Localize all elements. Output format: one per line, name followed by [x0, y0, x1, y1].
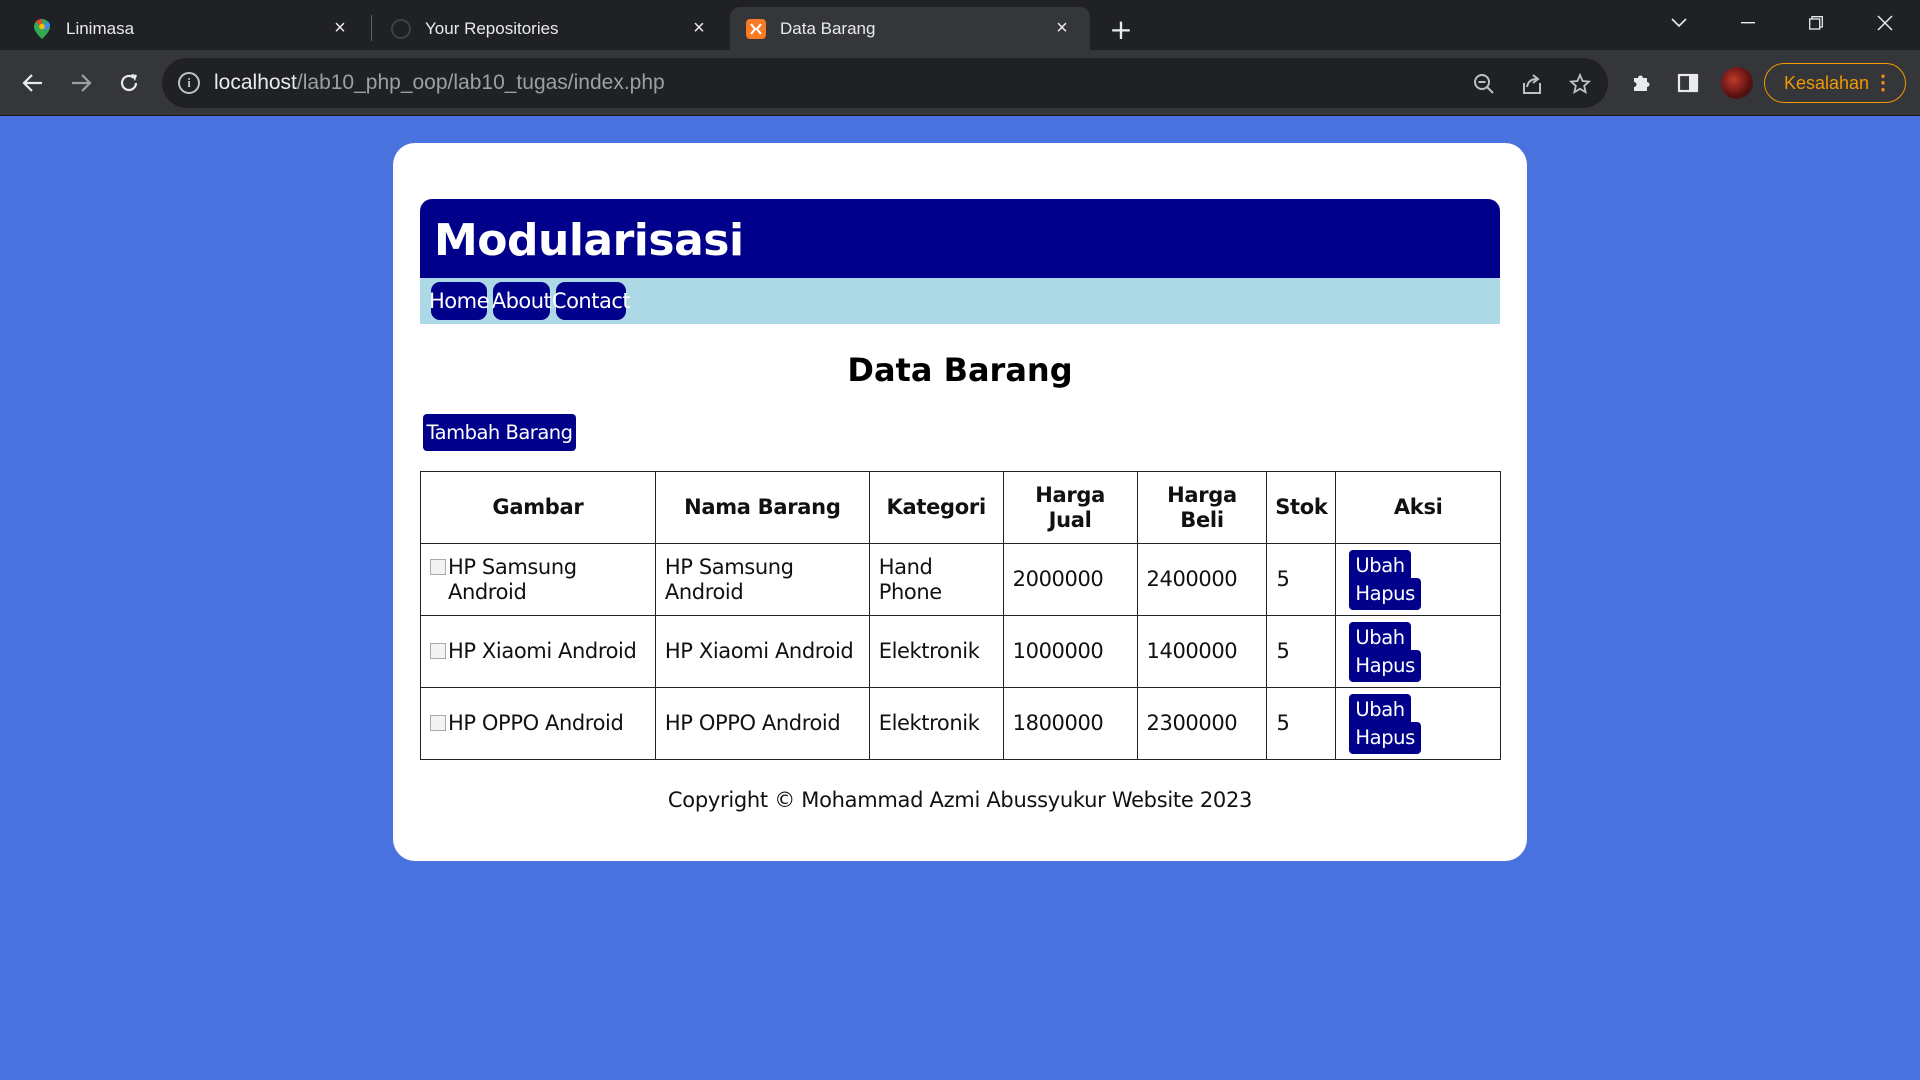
browser-toolbar: i localhost/lab10_php_oop/lab10_tugas/in…: [0, 50, 1920, 116]
buy-price-cell: 2300000: [1136, 687, 1268, 760]
image-alt-text: HP OPPO Android: [448, 711, 624, 735]
table-header-row: Gambar Nama Barang Kategori Harga Jual H…: [420, 471, 1501, 544]
tab-search-chevron-icon[interactable]: [1654, 6, 1704, 40]
close-tab-icon[interactable]: ×: [687, 17, 711, 41]
sell-price-cell: 1800000: [1002, 687, 1138, 760]
name-cell: HP OPPO Android: [654, 687, 870, 760]
tab-your-repositories[interactable]: Your Repositories ×: [375, 7, 727, 50]
image-alt-text: HP Xiaomi Android: [448, 639, 637, 663]
buy-price-cell: 2400000: [1136, 543, 1268, 616]
column-header: Kategori: [868, 471, 1004, 544]
broken-image-icon: [430, 715, 446, 731]
profile-avatar[interactable]: [1721, 67, 1753, 99]
nav-contact-link[interactable]: Contact: [552, 282, 631, 320]
sell-price-cell: 1000000: [1002, 615, 1138, 688]
category-cell: Elektronik: [868, 615, 1004, 688]
close-tab-icon[interactable]: ×: [328, 17, 352, 41]
error-status-label: Kesalahan: [1784, 72, 1870, 93]
forward-arrow-icon[interactable]: [62, 64, 100, 102]
back-arrow-icon[interactable]: [14, 64, 52, 102]
stock-cell: 5: [1266, 615, 1337, 688]
nav-home-link[interactable]: Home: [429, 282, 490, 320]
site-info-icon[interactable]: i: [178, 72, 200, 94]
image-cell: HP Samsung Android: [420, 543, 656, 616]
add-item-button[interactable]: Tambah Barang: [423, 414, 576, 451]
action-cell: Ubah Hapus: [1335, 543, 1501, 616]
edit-button[interactable]: Ubah: [1349, 621, 1411, 654]
name-cell: HP Samsung Android: [654, 543, 870, 616]
new-tab-button[interactable]: +: [1104, 12, 1138, 46]
tab-data-barang[interactable]: Data Barang ×: [730, 7, 1090, 50]
action-cell: Ubah Hapus: [1335, 615, 1501, 688]
google-maps-pin-icon: [32, 18, 52, 39]
category-cell: Elektronik: [868, 687, 1004, 760]
content-card: Modularisasi Home About Contact Data Bar…: [393, 143, 1527, 861]
column-header: Harga Beli: [1136, 471, 1268, 544]
column-header: Harga Jual: [1002, 471, 1138, 544]
minimize-window-icon[interactable]: [1723, 6, 1773, 40]
tab-title: Your Repositories: [425, 18, 559, 38]
close-window-icon[interactable]: [1860, 6, 1910, 40]
site-header: Modularisasi: [420, 199, 1500, 278]
broken-image-icon: [430, 558, 446, 575]
error-status-button[interactable]: Kesalahan ⋮: [1764, 63, 1906, 103]
tab-title: Linimasa: [66, 18, 135, 38]
column-header: Stok: [1266, 471, 1337, 544]
broken-image-icon: [430, 643, 446, 659]
site-nav: Home About Contact: [420, 278, 1500, 324]
stock-cell: 5: [1266, 543, 1337, 616]
page-title: Data Barang: [847, 351, 1073, 389]
sell-price-cell: 2000000: [1002, 543, 1138, 616]
nav-about-link[interactable]: About: [492, 282, 552, 320]
image-alt-text: HP Samsung Android: [448, 554, 577, 604]
column-header: Aksi: [1335, 471, 1501, 544]
category-cell: Hand Phone: [868, 543, 1004, 616]
action-cell: Ubah Hapus: [1335, 687, 1501, 760]
github-icon: [391, 18, 411, 39]
table-row: HP Xiaomi Android HP Xiaomi Android Elek…: [420, 615, 1501, 688]
image-cell: HP Xiaomi Android: [420, 615, 656, 688]
tab-strip: Linimasa × Your Repositories × Data Bara…: [0, 0, 1920, 50]
address-bar[interactable]: i localhost/lab10_php_oop/lab10_tugas/in…: [162, 58, 1608, 108]
delete-button[interactable]: Hapus: [1349, 577, 1421, 610]
tab-linimasa[interactable]: Linimasa ×: [16, 7, 368, 50]
tab-divider: [371, 15, 372, 41]
name-cell: HP Xiaomi Android: [654, 615, 870, 688]
column-header: Nama Barang: [654, 471, 870, 544]
side-panel-icon[interactable]: [1672, 67, 1704, 99]
tab-title: Data Barang: [780, 18, 876, 38]
url-text[interactable]: localhost/lab10_php_oop/lab10_tugas/inde…: [214, 71, 665, 95]
items-table: Gambar Nama Barang Kategori Harga Jual H…: [420, 471, 1501, 760]
xampp-icon: [746, 18, 766, 39]
share-icon[interactable]: [1518, 70, 1546, 98]
close-tab-icon[interactable]: ×: [1050, 17, 1074, 41]
edit-button[interactable]: Ubah: [1349, 693, 1411, 726]
extensions-puzzle-icon[interactable]: [1625, 67, 1657, 99]
table-row: HP OPPO Android HP OPPO Android Elektron…: [420, 687, 1501, 760]
stock-cell: 5: [1266, 687, 1337, 760]
column-header: Gambar: [420, 471, 656, 544]
zoom-out-icon[interactable]: [1470, 70, 1498, 98]
reload-icon[interactable]: [110, 64, 148, 102]
site-title: Modularisasi: [434, 215, 744, 266]
buy-price-cell: 1400000: [1136, 615, 1268, 688]
more-menu-icon[interactable]: ⋮: [1873, 72, 1893, 94]
image-cell: HP OPPO Android: [420, 687, 656, 760]
delete-button[interactable]: Hapus: [1349, 721, 1421, 754]
page-footer: Copyright © Mohammad Azmi Abussyukur Web…: [667, 788, 1253, 812]
table-row: HP Samsung Android HP Samsung Android Ha…: [420, 543, 1501, 616]
bookmark-star-icon[interactable]: [1566, 70, 1594, 98]
delete-button[interactable]: Hapus: [1349, 649, 1421, 682]
edit-button[interactable]: Ubah: [1349, 549, 1411, 582]
restore-window-icon[interactable]: [1791, 6, 1841, 40]
